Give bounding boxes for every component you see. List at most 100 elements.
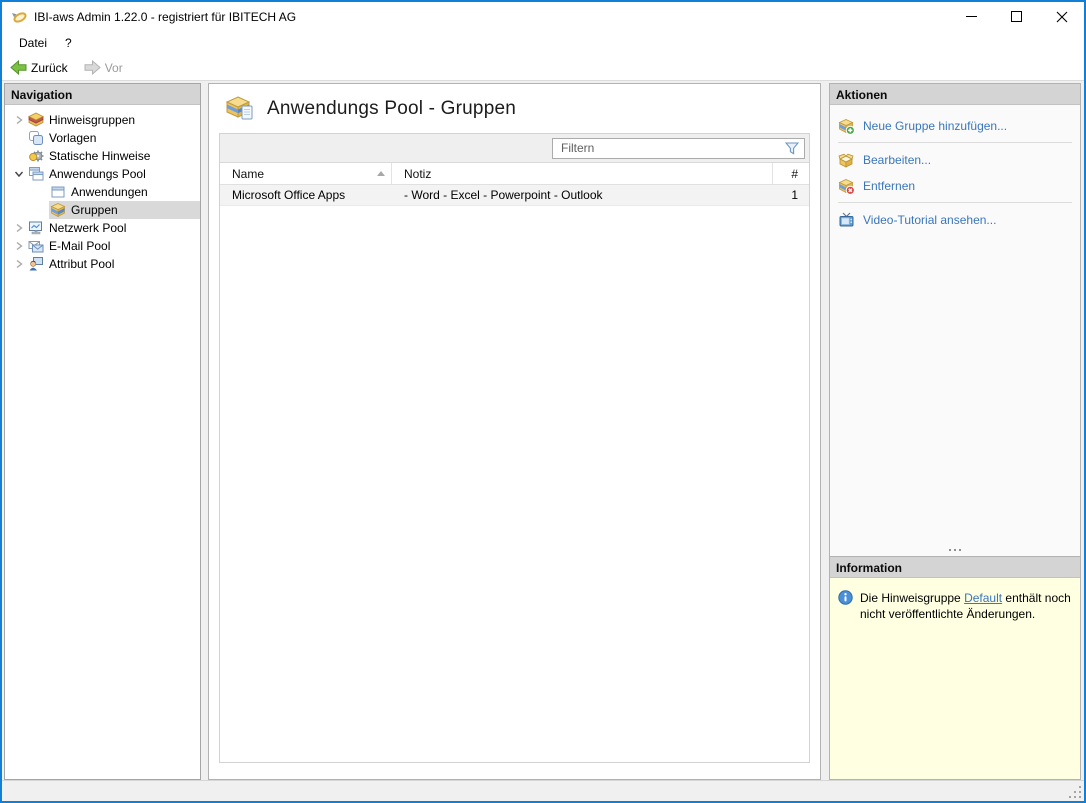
add-group-icon: [838, 118, 855, 135]
action-label: Bearbeiten...: [863, 153, 932, 167]
back-label: Zurück: [31, 60, 68, 75]
content-area: Navigation Hinweisgruppen Vorlagen Stati…: [2, 81, 1084, 780]
default-group-link[interactable]: Default: [964, 591, 1002, 605]
sort-ascending-icon: [377, 171, 385, 176]
action-label: Entfernen: [863, 179, 916, 193]
menu-item-datei[interactable]: Datei: [10, 33, 56, 53]
group-package-icon: [225, 95, 255, 122]
action-label: Video-Tutorial ansehen...: [863, 213, 997, 227]
tree-item-label: Hinweisgruppen: [49, 113, 136, 127]
tree-item-vorlagen[interactable]: Vorlagen: [5, 129, 200, 147]
navigation-toolbar: Zurück Vor: [2, 55, 1084, 81]
main-actions-splitter[interactable]: [821, 83, 829, 780]
tree-item-label: E-Mail Pool: [49, 239, 111, 253]
applications-icon: [50, 184, 66, 200]
column-header-label: #: [791, 166, 798, 181]
network-pool-icon: [28, 220, 44, 236]
tree-item-statische-hinweise[interactable]: Statische Hinweise: [5, 147, 200, 165]
information-panel: Information Die Hinweisgruppe Default en…: [829, 557, 1081, 780]
table-row[interactable]: Microsoft Office Apps - Word - Excel - P…: [220, 185, 809, 206]
chevron-collapsed-icon[interactable]: [11, 238, 27, 254]
minimize-icon: [966, 16, 977, 17]
video-tutorial-icon: [838, 212, 855, 229]
column-header-count[interactable]: #: [773, 163, 809, 184]
information-message: Die Hinweisgruppe Default enthält noch n…: [860, 590, 1072, 622]
tree-item-attribut-pool[interactable]: Attribut Pool: [5, 255, 200, 273]
back-arrow-icon: [10, 60, 27, 75]
back-button[interactable]: Zurück: [7, 58, 71, 77]
tree-item-gruppen[interactable]: Gruppen: [5, 201, 200, 219]
tree-item-label: Statische Hinweise: [49, 149, 151, 163]
column-header-name[interactable]: Name: [220, 163, 392, 184]
title-bar: IBI-aws Admin 1.22.0 - registriert für I…: [2, 2, 1084, 31]
tree-item-netzwerk-pool[interactable]: Netzwerk Pool: [5, 219, 200, 237]
filter-box: [552, 137, 805, 159]
templates-icon: [28, 130, 44, 146]
tree-item-label: Netzwerk Pool: [49, 221, 127, 235]
email-pool-icon: [28, 238, 44, 254]
action-remove[interactable]: Entfernen: [838, 173, 1072, 199]
remove-group-icon: [838, 178, 855, 195]
groups-table: Name Notiz # Microsoft Office Apps - Wor…: [219, 133, 810, 763]
table-empty-area: [220, 206, 809, 762]
chevron-expanded-icon[interactable]: [11, 166, 27, 182]
edit-group-icon: [838, 152, 855, 169]
navigation-panel: Navigation Hinweisgruppen Vorlagen Stati…: [4, 83, 201, 780]
attribute-pool-icon: [28, 256, 44, 272]
chevron-collapsed-icon[interactable]: [11, 112, 27, 128]
window-title: IBI-aws Admin 1.22.0 - registriert für I…: [34, 9, 297, 24]
nav-main-splitter[interactable]: [201, 83, 208, 780]
menu-item-help[interactable]: ?: [56, 33, 81, 53]
column-header-notiz[interactable]: Notiz: [392, 163, 773, 184]
action-add-group[interactable]: Neue Gruppe hinzufügen...: [838, 113, 1072, 139]
tree-item-label: Attribut Pool: [49, 257, 115, 271]
selected-tree-row: Gruppen: [49, 201, 200, 219]
cell-name: Microsoft Office Apps: [232, 188, 346, 202]
forward-arrow-icon: [84, 60, 101, 75]
actions-panel: Aktionen Neue Gruppe hinzufügen... Bearb…: [829, 83, 1081, 557]
table-header-row: Name Notiz #: [220, 163, 809, 185]
actions-separator: [838, 202, 1072, 203]
column-header-label: Notiz: [404, 166, 432, 181]
page-title: Anwendungs Pool - Gruppen: [267, 97, 516, 119]
page-title-block: Anwendungs Pool - Gruppen: [209, 84, 820, 131]
tree-item-anwendungs-pool[interactable]: Anwendungs Pool: [5, 165, 200, 183]
info-icon: [838, 590, 853, 605]
tree-item-label: Gruppen: [71, 203, 118, 217]
close-icon: [1056, 11, 1067, 22]
filter-bar: [220, 134, 809, 163]
maximize-button[interactable]: [994, 2, 1039, 31]
resize-grip[interactable]: [1069, 786, 1082, 799]
tree-item-hinweisgruppen[interactable]: Hinweisgruppen: [5, 111, 200, 129]
application-pool-icon: [28, 166, 44, 182]
info-text-before: Die Hinweisgruppe: [860, 591, 965, 605]
navigation-tree: Hinweisgruppen Vorlagen Statische Hinwei…: [5, 105, 200, 273]
tree-item-anwendungen[interactable]: Anwendungen: [5, 183, 200, 201]
tree-item-label: Anwendungen: [71, 185, 148, 199]
cell-notiz: - Word - Excel - Powerpoint - Outlook: [404, 188, 603, 202]
app-window: IBI-aws Admin 1.22.0 - registriert für I…: [0, 0, 1086, 803]
filter-input[interactable]: [553, 139, 785, 157]
notice-groups-icon: [28, 112, 44, 128]
column-header-label: Name: [232, 166, 265, 181]
tree-item-label: Vorlagen: [49, 131, 97, 145]
action-label: Neue Gruppe hinzufügen...: [863, 119, 1008, 133]
close-button[interactable]: [1039, 2, 1084, 31]
forward-label: Vor: [104, 60, 123, 75]
status-bar: [2, 780, 1084, 801]
actions-panel-header: Aktionen: [830, 84, 1080, 105]
minimize-button[interactable]: [949, 2, 994, 31]
action-video-tutorial[interactable]: Video-Tutorial ansehen...: [838, 207, 1072, 233]
chevron-collapsed-icon[interactable]: [11, 256, 27, 272]
actions-separator: [838, 142, 1072, 143]
maximize-icon: [1011, 11, 1022, 22]
action-edit[interactable]: Bearbeiten...: [838, 147, 1072, 173]
static-notices-icon: [28, 148, 44, 164]
groups-icon: [50, 202, 66, 218]
tree-item-email-pool[interactable]: E-Mail Pool: [5, 237, 200, 255]
menu-bar: Datei ?: [2, 31, 1084, 55]
chevron-collapsed-icon[interactable]: [11, 220, 27, 236]
filter-icon[interactable]: [785, 141, 799, 155]
forward-button[interactable]: Vor: [81, 58, 126, 77]
panel-splitter-handle[interactable]: [830, 544, 1080, 556]
